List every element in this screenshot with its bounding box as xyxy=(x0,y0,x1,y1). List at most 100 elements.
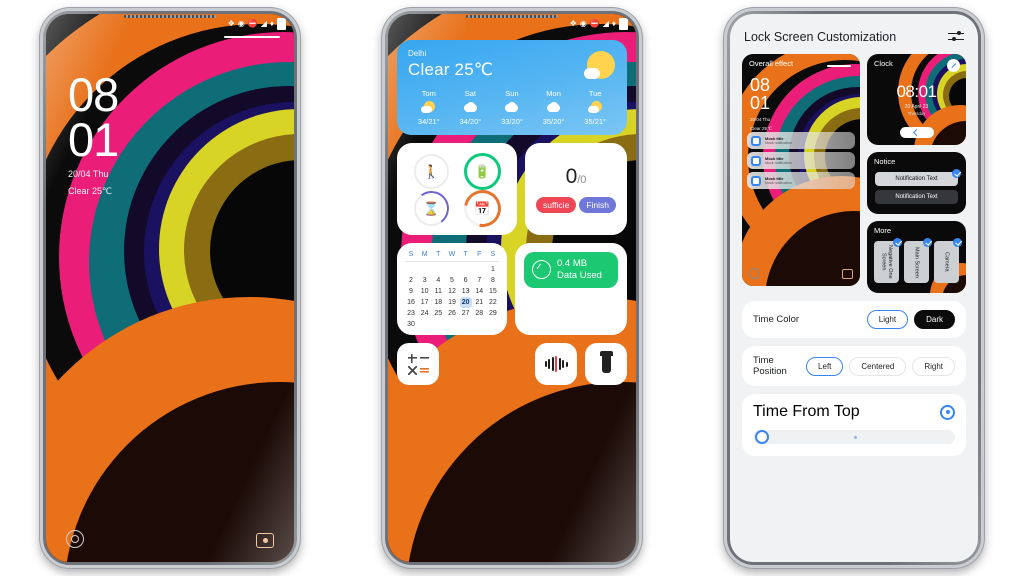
notice-option-light[interactable]: Notification Text xyxy=(875,169,961,186)
sliders-icon[interactable] xyxy=(948,31,964,44)
finish-pill[interactable]: Finish xyxy=(579,197,616,213)
calendar-day-empty xyxy=(446,264,458,275)
calendar-day[interactable]: 12 xyxy=(446,286,458,297)
wifi-icon: ♦ xyxy=(611,19,616,28)
alarm-icon: ◉ xyxy=(237,19,245,28)
slider-handle[interactable] xyxy=(755,430,769,444)
calendar-day[interactable]: 25 xyxy=(432,308,444,319)
voice-recorder-icon[interactable] xyxy=(535,343,577,385)
phone3-screen[interactable]: Lock Screen Customization Overall effect… xyxy=(730,14,978,562)
calendar-day[interactable]: 28 xyxy=(473,308,485,319)
check-icon xyxy=(923,238,932,247)
phone-settings-screen: Lock Screen Customization Overall effect… xyxy=(724,8,984,568)
more-card[interactable]: More Negative One Screen Main Screen Cam… xyxy=(867,221,966,293)
hourglass-icon: ⌛ xyxy=(411,188,452,229)
phone2-screen[interactable]: ❖ ◉ ⛔ ◢ ♦ Delhi Clear 25℃ Tom 34/21° Sat… xyxy=(388,14,636,562)
data-usage-widget[interactable]: 0.4 MB Data Used xyxy=(515,243,627,335)
forecast-temp: 35/21° xyxy=(584,117,607,126)
calendar-day[interactable]: 1 xyxy=(487,264,499,275)
more-option-main-screen[interactable]: Main Screen xyxy=(904,238,932,283)
time-position-option-centered[interactable]: Centered xyxy=(849,356,907,376)
time-from-top-slider[interactable] xyxy=(753,430,955,444)
calendar-widget[interactable]: S M T W T F S 1 2 3 4 5 6 7 8 9 10 11 12 13 14 15 16 17 1… xyxy=(397,243,507,335)
calendar-day[interactable]: 10 xyxy=(419,286,431,297)
calendar-day[interactable]: 20 xyxy=(459,297,472,308)
app-icon xyxy=(751,175,761,186)
mock-notification-row: Mock title Mock notification xyxy=(747,172,855,189)
clock-card-weekday: Thursday xyxy=(907,111,926,116)
time-position-row: Time Position Left Centered Right xyxy=(742,346,966,386)
phone1-screen[interactable]: ❖ ◉ ⛔ ◢ ♦ 08 01 20/04 Thu Clear 25℃ xyxy=(46,14,294,562)
calendar-day[interactable]: 30 xyxy=(405,319,417,330)
calendar-day[interactable]: 14 xyxy=(473,286,485,297)
calendar-day[interactable]: 2 xyxy=(405,275,417,286)
dnd-icon: ⛔ xyxy=(247,19,258,28)
time-position-option-left[interactable]: Left xyxy=(806,356,844,376)
weekday: T xyxy=(463,251,468,258)
notice-options: Notification Text Notification Text xyxy=(875,169,961,204)
calendar-day[interactable]: 4 xyxy=(432,275,444,286)
calendar-day[interactable]: 8 xyxy=(487,275,499,286)
calendar-day[interactable]: 7 xyxy=(473,275,485,286)
clock-style-prev-button[interactable] xyxy=(899,127,934,138)
calendar-day[interactable]: 5 xyxy=(446,275,458,286)
calendar-day[interactable]: 9 xyxy=(405,286,417,297)
camera-icon[interactable] xyxy=(256,533,274,548)
calendar-day[interactable]: 11 xyxy=(432,286,444,297)
more-option-camera[interactable]: Camera xyxy=(934,238,962,283)
calendar-day[interactable]: 16 xyxy=(405,297,417,308)
calendar-day[interactable]: 13 xyxy=(460,286,472,297)
forecast-day-label: Tue xyxy=(588,89,602,98)
calendar-day[interactable]: 17 xyxy=(419,297,431,308)
status-bar: ❖ ◉ ⛔ ◢ ♦ xyxy=(570,17,628,31)
mini-date: 20/04 Thu xyxy=(750,117,771,122)
weekday: W xyxy=(448,251,456,258)
more-option-negative-one-screen[interactable]: Negative One Screen xyxy=(874,238,902,283)
time-color-option-dark[interactable]: Dark xyxy=(914,310,955,329)
weather-widget[interactable]: Delhi Clear 25℃ Tom 34/21° Sat 34/20° Su… xyxy=(397,40,627,135)
calendar-day-empty xyxy=(460,264,472,275)
calendar-day[interactable]: 18 xyxy=(432,297,444,308)
calendar-day[interactable]: 15 xyxy=(487,286,499,297)
target-icon[interactable] xyxy=(940,404,955,420)
forecast-day-label: Tom xyxy=(421,89,436,98)
calculator-icon[interactable] xyxy=(397,343,439,385)
calendar-day-empty xyxy=(473,264,485,275)
calendar-day[interactable]: 19 xyxy=(446,297,458,308)
notice-card[interactable]: Notice Notification Text Notification Te… xyxy=(867,152,966,214)
assistant-icon[interactable] xyxy=(66,530,84,548)
sun-cloud-icon xyxy=(421,101,436,114)
calendar-day[interactable]: 23 xyxy=(405,308,417,319)
clock-card[interactable]: Clock 08:01 20 April 23 Thursday xyxy=(867,54,966,145)
insufficient-pill[interactable]: sufficie xyxy=(536,197,577,213)
sun-cloud-icon xyxy=(584,51,615,79)
time-position-label: Time Position xyxy=(753,355,787,377)
calendar-day[interactable]: 26 xyxy=(446,308,458,319)
calendar-day[interactable]: 6 xyxy=(460,275,472,286)
calendar-day[interactable]: 3 xyxy=(419,275,431,286)
app-icon xyxy=(751,155,761,166)
flashlight-icon[interactable] xyxy=(585,343,627,385)
calendar-day[interactable]: 27 xyxy=(460,308,472,319)
forecast-temp: 34/21° xyxy=(417,117,440,126)
more-card-label: More xyxy=(874,226,892,235)
calendar-day[interactable]: 21 xyxy=(473,297,485,308)
time-color-option-light[interactable]: Light xyxy=(866,310,909,329)
clock-card-date: 20 April 23 xyxy=(904,104,929,110)
data-usage-chip: 0.4 MB Data Used xyxy=(524,252,618,288)
wifi-icon: ♦ xyxy=(269,19,274,28)
calendar-day[interactable]: 24 xyxy=(419,308,431,319)
score-widget[interactable]: 0/0 sufficie Finish xyxy=(525,143,627,235)
notice-option-dark[interactable]: Notification Text xyxy=(875,190,958,204)
time-color-options: Light Dark xyxy=(866,310,955,329)
calendar-day[interactable]: 29 xyxy=(487,308,499,319)
page-title: Lock Screen Customization xyxy=(744,30,897,44)
mock-notification-row: Mock title Mock notification xyxy=(747,152,855,169)
app-icon xyxy=(751,135,761,146)
time-position-option-right[interactable]: Right xyxy=(912,356,955,376)
pencil-icon[interactable] xyxy=(947,59,960,72)
overall-effect-card[interactable]: Overall effect 08 01 20/04 Thu Clear 25℃ xyxy=(742,54,860,286)
calendar-day[interactable]: 22 xyxy=(487,297,499,308)
alarm-icon: ◉ xyxy=(579,19,587,28)
health-widget[interactable]: 🚶 🔋 ⌛ 📅 xyxy=(397,143,517,235)
